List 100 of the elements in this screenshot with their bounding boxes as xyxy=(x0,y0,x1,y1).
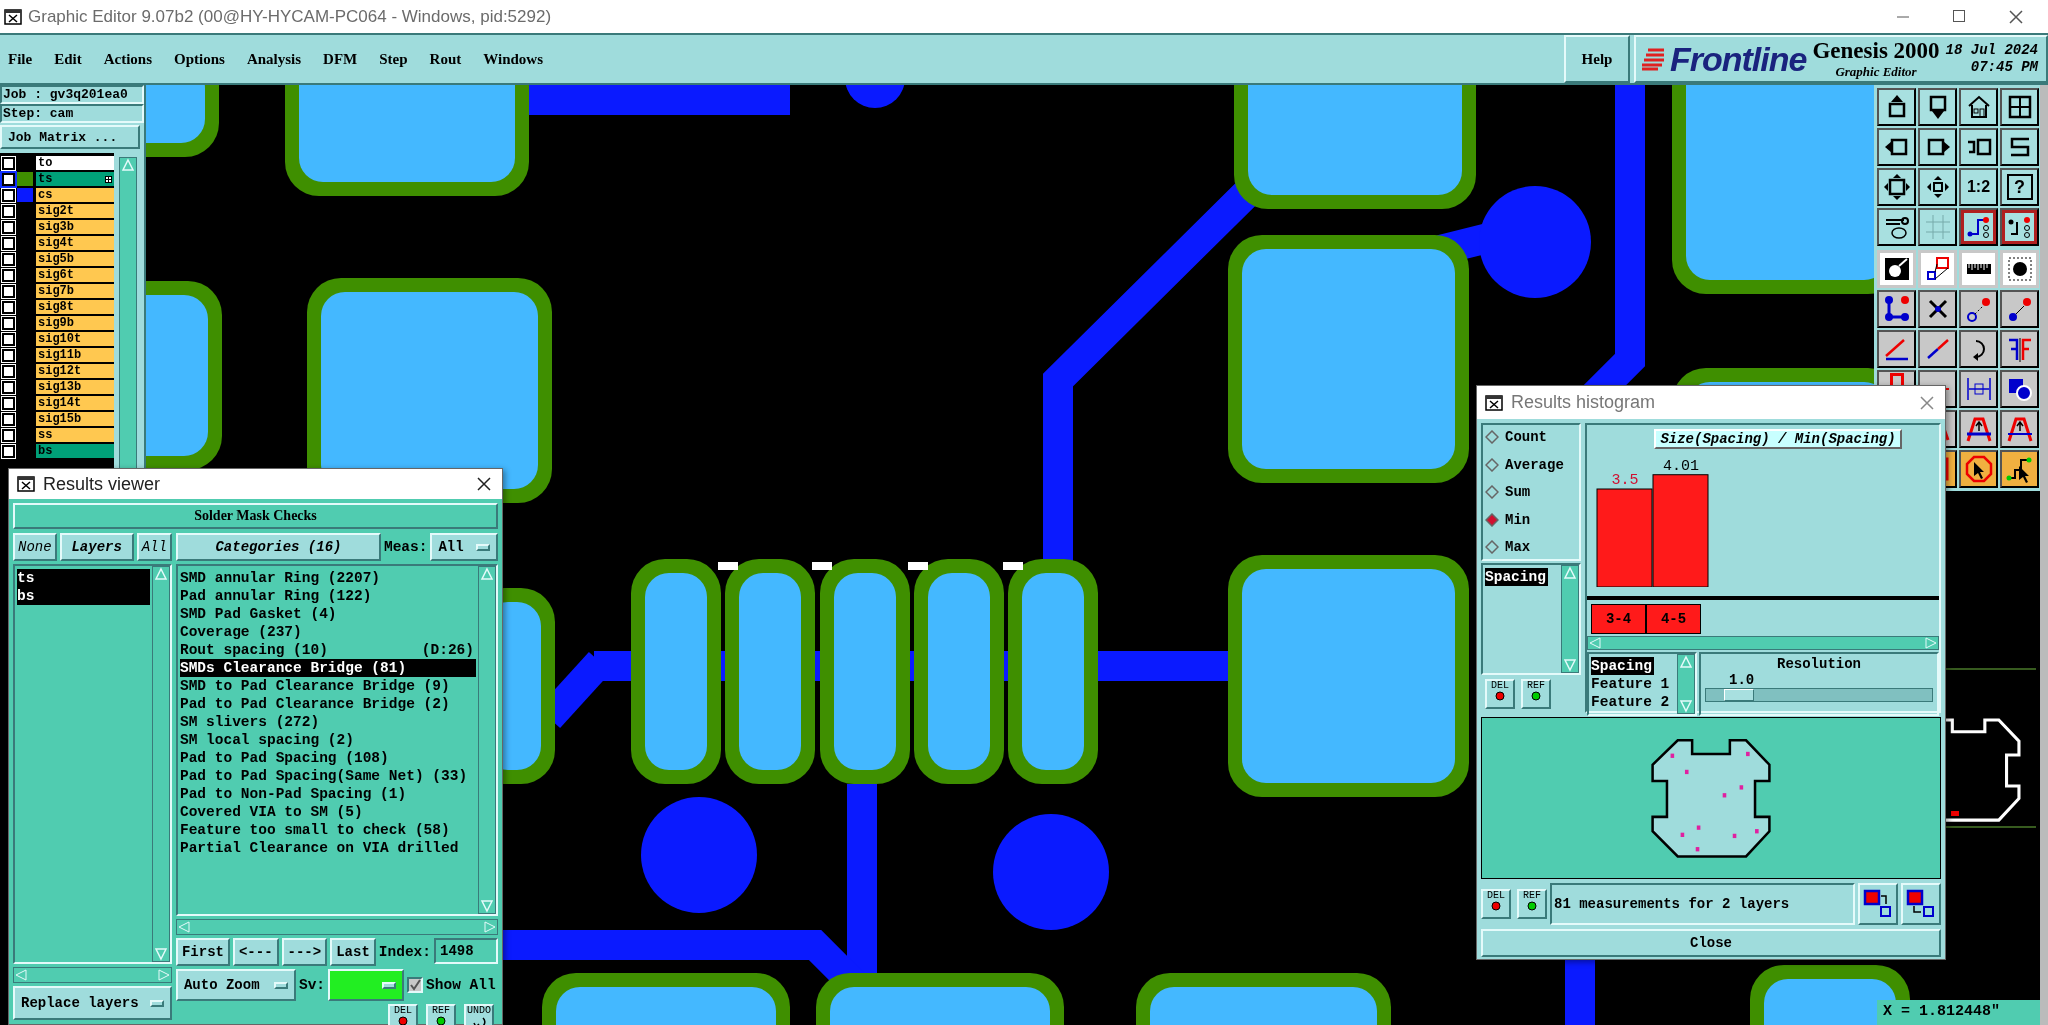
refresh-button[interactable]: REF xyxy=(1521,679,1551,709)
radio-button[interactable] xyxy=(1485,485,1499,499)
select-none-button[interactable]: None xyxy=(13,533,57,561)
menu-item[interactable]: Step xyxy=(379,50,408,68)
radio-button[interactable] xyxy=(1485,540,1499,554)
layer-list-item[interactable]: ts xyxy=(17,569,150,587)
replace-layers-option[interactable]: Replace layers xyxy=(13,986,172,1020)
layer-name[interactable]: sig3b xyxy=(36,220,115,234)
layer-checkbox[interactable] xyxy=(2,332,15,346)
undo-button[interactable]: UNDO xyxy=(464,1004,494,1025)
tool-button[interactable] xyxy=(1877,88,1916,126)
axis-list-item[interactable]: Feature 2 xyxy=(1591,693,1672,711)
maximize-icon[interactable] xyxy=(1952,8,1966,23)
tool-button[interactable] xyxy=(1877,250,1916,288)
scroll-left-icon[interactable] xyxy=(176,921,191,933)
menu-item[interactable]: Actions xyxy=(103,50,152,68)
layers-button[interactable]: Layers xyxy=(59,533,134,561)
help-button[interactable]: Help xyxy=(1564,35,1630,83)
layer-name[interactable]: bs xyxy=(36,444,115,458)
category-item[interactable]: Coverage (237) xyxy=(179,623,476,641)
layer-name[interactable]: sig14t xyxy=(36,396,115,410)
layer-name[interactable]: sig11b xyxy=(36,348,115,362)
menu-item[interactable]: Windows xyxy=(483,50,543,68)
categories-button[interactable]: Categories (16) xyxy=(175,533,381,561)
previous-button[interactable]: <--- xyxy=(232,938,279,966)
radio-button[interactable] xyxy=(1485,457,1499,472)
slider-thumb[interactable] xyxy=(1724,689,1755,701)
category-item[interactable]: SM slivers (272) xyxy=(179,713,476,731)
category-item[interactable]: Pad to Pad Clearance Bridge (2) xyxy=(179,695,476,713)
layer-checkbox[interactable] xyxy=(2,172,15,186)
close-button[interactable]: Close xyxy=(1481,929,1941,957)
layer-checkbox[interactable] xyxy=(2,364,15,378)
tool-button[interactable] xyxy=(2000,370,2039,408)
layer-name[interactable]: sig5b xyxy=(36,252,115,266)
tool-button[interactable] xyxy=(1877,128,1916,166)
category-item[interactable]: Partial Clearance on VIA drilled xyxy=(179,839,476,857)
tool-button[interactable] xyxy=(1918,250,1957,288)
layer-list-item[interactable]: bs xyxy=(17,587,150,605)
category-item[interactable]: SMDs Clearance Bridge (81) xyxy=(179,659,476,677)
tool-button[interactable] xyxy=(1918,330,1957,368)
show-all-checkbox[interactable] xyxy=(407,977,424,993)
layer-checkbox[interactable] xyxy=(2,236,15,250)
layer-name[interactable]: sig2t xyxy=(36,204,115,218)
scale-button[interactable]: 1:2 xyxy=(1959,168,1998,206)
menu-item[interactable]: File xyxy=(8,50,33,68)
tool-button[interactable] xyxy=(1959,128,1998,166)
tool-button[interactable] xyxy=(2000,450,2039,488)
job-matrix-button[interactable]: Job Matrix ... xyxy=(0,125,140,149)
radio-button[interactable] xyxy=(1485,430,1499,444)
select-all-button[interactable]: All xyxy=(136,533,172,561)
layer-checkbox[interactable] xyxy=(2,156,15,170)
section-header-button[interactable]: Solder Mask Checks xyxy=(13,503,498,529)
tool-button[interactable] xyxy=(1918,290,1957,328)
layer-checkbox[interactable] xyxy=(2,316,15,330)
layer-checkbox[interactable] xyxy=(2,348,15,362)
category-item[interactable]: SMD to Pad Clearance Bridge (9) xyxy=(179,677,476,695)
tool-button[interactable] xyxy=(1877,168,1916,206)
layer-name[interactable]: sig10t xyxy=(36,332,115,346)
tool-button[interactable] xyxy=(1959,330,1998,368)
tool-button[interactable] xyxy=(1959,450,1998,488)
category-item[interactable]: Covered VIA to SM (5) xyxy=(179,803,476,821)
first-button[interactable]: First xyxy=(175,938,230,966)
close-icon[interactable] xyxy=(476,476,492,492)
layer-name[interactable]: ss xyxy=(36,428,115,442)
delete-button[interactable]: DEL xyxy=(1481,889,1511,919)
layer-name[interactable]: sig7b xyxy=(36,284,115,298)
tool-button[interactable] xyxy=(2000,330,2039,368)
layer-name[interactable]: cs xyxy=(36,188,115,202)
layer-checkbox[interactable] xyxy=(2,396,15,410)
delete-button[interactable]: DEL xyxy=(388,1004,418,1025)
tool-button[interactable] xyxy=(1877,290,1916,328)
tool-button[interactable] xyxy=(2000,250,2039,288)
tool-button[interactable] xyxy=(2000,88,2039,126)
layer-checkbox[interactable] xyxy=(2,428,15,442)
layer-name[interactable]: sig13b xyxy=(36,380,115,394)
menu-item[interactable]: Analysis xyxy=(246,50,302,68)
tool-button[interactable] xyxy=(1918,168,1957,206)
delete-button[interactable]: DEL xyxy=(1485,679,1515,709)
layer-checkbox[interactable] xyxy=(2,220,15,234)
radio-button[interactable] xyxy=(1485,512,1499,527)
layer-checkbox[interactable] xyxy=(2,300,15,314)
category-item[interactable]: Rout spacing (10) (D:26) xyxy=(179,641,476,659)
menu-item[interactable]: Rout xyxy=(429,50,462,68)
tool-button[interactable] xyxy=(1918,208,1957,246)
tool-button[interactable] xyxy=(2000,290,2039,328)
chart-copy-button[interactable] xyxy=(1901,883,1941,925)
scrollbar[interactable] xyxy=(2040,85,2048,1025)
layer-name[interactable]: ts xyxy=(36,172,115,186)
layer-name[interactable]: sig6t xyxy=(36,268,115,282)
category-item[interactable]: SM local spacing (2) xyxy=(179,731,476,749)
axis-list-item[interactable]: Spacing xyxy=(1591,657,1654,675)
tool-button[interactable] xyxy=(1959,370,1998,408)
tool-button[interactable] xyxy=(2000,410,2039,448)
tool-button[interactable] xyxy=(2000,128,2039,166)
layer-checkbox[interactable] xyxy=(2,252,15,266)
severity-dropdown[interactable] xyxy=(328,969,405,1001)
layer-checkbox[interactable] xyxy=(2,204,15,218)
tool-button[interactable] xyxy=(1918,88,1957,126)
auto-zoom-option[interactable]: Auto Zoom xyxy=(175,969,296,1001)
tool-button[interactable] xyxy=(1877,208,1916,246)
